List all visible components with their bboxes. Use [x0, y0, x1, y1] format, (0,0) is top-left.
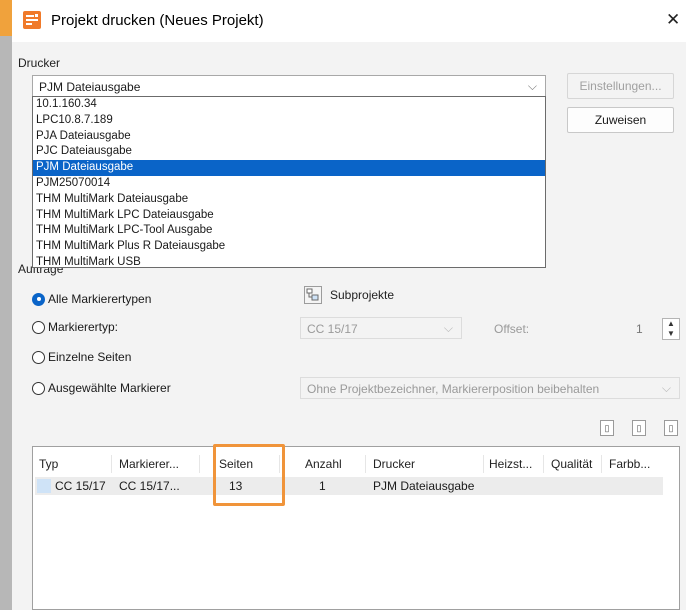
cell-drucker: PJM Dateiausgabe [373, 479, 475, 493]
printer-option[interactable]: LPC10.8.7.189 [33, 113, 545, 129]
background-window-edge [0, 0, 12, 610]
column-divider[interactable] [543, 455, 544, 473]
markierertyp-value: CC 15/17 [307, 322, 358, 336]
radio-unchecked-icon [32, 320, 45, 334]
cell-anzahl: 1 [319, 479, 326, 493]
col-header-anzahl[interactable]: Anzahl [305, 457, 342, 471]
ausgewaehlte-select[interactable]: Ohne Projektbezeichner, Markiererpositio… [300, 377, 680, 399]
radio-unchecked-icon [32, 381, 45, 395]
radio-ausgewaehlte-label: Ausgewählte Markierer [48, 381, 171, 395]
offset-label: Offset: [494, 322, 530, 336]
col-header-qualitaet[interactable]: Qualität [551, 457, 592, 471]
column-divider[interactable] [365, 455, 366, 473]
radio-alle-label: Alle Markierertypen [48, 292, 152, 306]
printer-option[interactable]: PJA Dateiausgabe [33, 129, 545, 145]
printer-option[interactable]: PJM25070014 [33, 176, 545, 192]
offset-value[interactable]: 1 [636, 322, 643, 336]
col-header-heizstufe[interactable]: Heizst... [489, 457, 532, 471]
markierertyp-select[interactable]: CC 15/17 ⌵ [300, 317, 462, 339]
subprojekte-label[interactable]: Subprojekte [330, 288, 394, 302]
printer-option[interactable]: THM MultiMark Dateiausgabe [33, 192, 545, 208]
subprojects-icon[interactable] [304, 286, 322, 304]
printer-option[interactable]: THM MultiMark Plus R Dateiausgabe [33, 239, 545, 255]
column-tool-icon[interactable]: ▯ [600, 420, 614, 436]
background-window-accent [0, 0, 12, 36]
column-divider[interactable] [601, 455, 602, 473]
settings-button[interactable]: Einstellungen... [567, 73, 674, 99]
column-divider[interactable] [199, 455, 200, 473]
printer-option[interactable]: PJC Dateiausgabe [33, 144, 545, 160]
radio-markierertyp-label: Markierertyp: [48, 320, 119, 334]
close-icon[interactable]: ✕ [666, 10, 680, 30]
col-header-drucker[interactable]: Drucker [373, 457, 415, 471]
col-header-farbband[interactable]: Farbb... [609, 457, 650, 471]
col-header-typ[interactable]: Typ [39, 457, 58, 471]
drucker-label: Drucker [18, 56, 61, 70]
printer-select[interactable]: PJM Dateiausgabe ⌵ [32, 75, 546, 97]
column-tool-icon[interactable]: ▯ [664, 420, 678, 436]
app-icon [23, 11, 41, 29]
radio-alle-markierertypen[interactable]: Alle Markierertypen [32, 292, 151, 306]
radio-einzelne-label: Einzelne Seiten [48, 350, 132, 364]
printer-option[interactable]: THM MultiMark LPC-Tool Ausgabe [33, 223, 545, 239]
chevron-down-icon: ⌵ [443, 321, 453, 335]
column-divider[interactable] [111, 455, 112, 473]
radio-markierertyp[interactable]: Markierertyp: [32, 320, 118, 334]
offset-stepper[interactable]: ▲ ▼ [662, 318, 680, 340]
ausgewaehlte-value: Ohne Projektbezeichner, Markiererpositio… [307, 382, 600, 396]
col-header-markierer[interactable]: Markierer... [119, 457, 179, 471]
column-tool-icon[interactable]: ▯ [632, 420, 646, 436]
printer-select-value: PJM Dateiausgabe [39, 80, 141, 94]
cell-typ: CC 15/17 [55, 479, 106, 493]
printer-dropdown-list: 10.1.160.34 LPC10.8.7.189 PJA Dateiausga… [32, 96, 546, 268]
radio-ausgewaehlte-markierer[interactable]: Ausgewählte Markierer [32, 381, 171, 395]
col-header-seiten[interactable]: Seiten [219, 457, 253, 471]
printer-option[interactable]: 10.1.160.34 [33, 97, 545, 113]
window-title: Projekt drucken (Neues Projekt) [51, 12, 264, 29]
column-divider[interactable] [279, 455, 280, 473]
assign-button[interactable]: Zuweisen [567, 107, 674, 133]
chevron-down-icon: ⌵ [661, 381, 671, 395]
column-divider[interactable] [483, 455, 484, 473]
cell-seiten: 13 [229, 479, 243, 493]
radio-einzelne-seiten[interactable]: Einzelne Seiten [32, 350, 131, 364]
row-selector-icon [37, 479, 51, 493]
print-project-dialog: Projekt drucken (Neues Projekt) ✕ Drucke… [12, 0, 686, 610]
radio-checked-icon [32, 292, 45, 306]
jobs-table: Typ Markierer... Seiten Anzahl Drucker H… [32, 446, 680, 610]
printer-option[interactable]: THM MultiMark LPC Dateiausgabe [33, 208, 545, 224]
printer-option[interactable]: THM MultiMark USB [33, 255, 545, 271]
cell-markierer: CC 15/17... [119, 479, 180, 493]
title-bar: Projekt drucken (Neues Projekt) ✕ [12, 0, 686, 42]
printer-option-selected[interactable]: PJM Dateiausgabe [33, 160, 545, 176]
radio-unchecked-icon [32, 350, 45, 364]
chevron-down-icon: ⌵ [527, 79, 537, 93]
